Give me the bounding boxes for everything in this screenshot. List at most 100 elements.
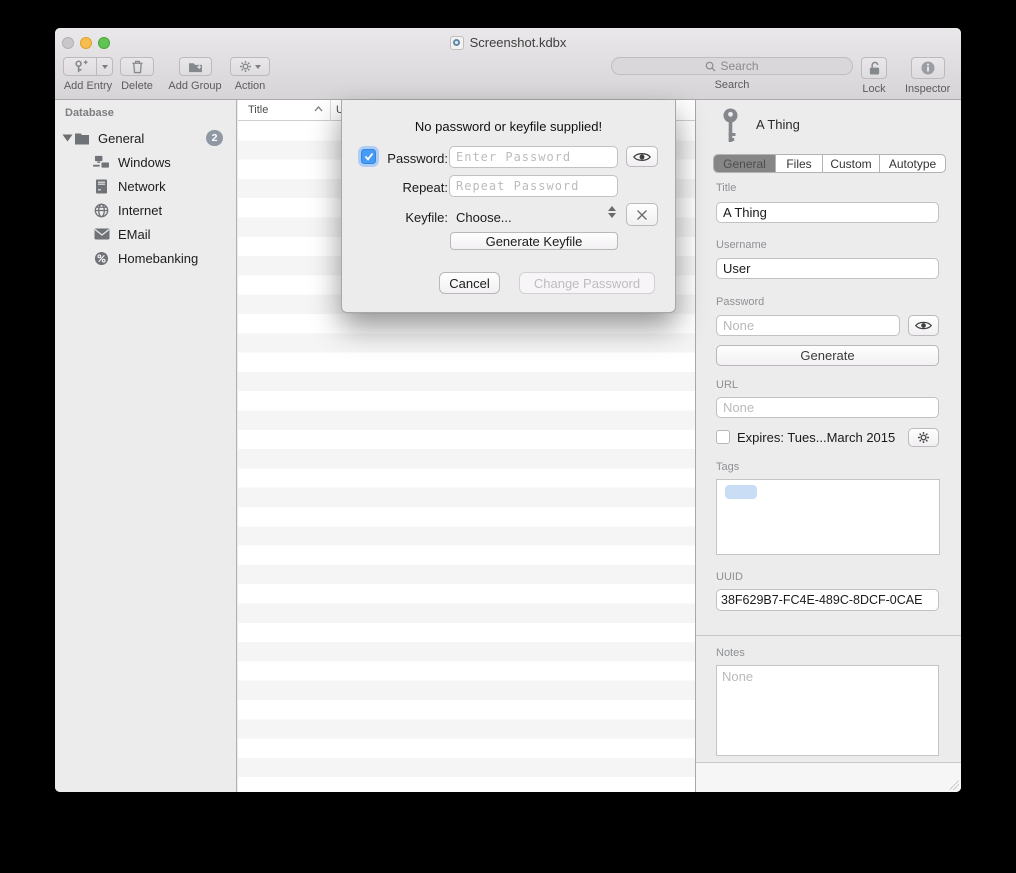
eye-icon	[633, 151, 651, 163]
gear-icon	[917, 431, 930, 444]
resize-grip[interactable]	[949, 780, 959, 790]
tab-autotype[interactable]: Autotype	[880, 155, 945, 172]
sidebar-item-windows[interactable]: Windows	[55, 150, 236, 174]
section-divider	[696, 635, 961, 636]
document-icon	[450, 36, 464, 50]
sidebar-item-homebanking[interactable]: Homebanking	[55, 246, 236, 270]
chevron-down-icon	[102, 65, 108, 69]
username-field[interactable]	[716, 258, 939, 279]
globe-icon	[93, 202, 110, 219]
inspector-footer	[696, 762, 961, 792]
search-placeholder: Search	[720, 59, 758, 73]
column-divider[interactable]	[330, 100, 331, 121]
tab-custom[interactable]: Custom	[823, 155, 880, 172]
trash-icon	[131, 60, 144, 74]
add-entry-label: Add Entry	[64, 80, 112, 92]
tag-token[interactable]	[725, 485, 757, 499]
sidebar-section-header: Database	[65, 107, 114, 119]
lock-button[interactable]	[861, 57, 887, 79]
folder-icon	[73, 130, 90, 147]
info-circle-icon	[921, 61, 935, 75]
key-icon	[723, 108, 738, 144]
tags-label: Tags	[716, 461, 739, 473]
close-x-icon	[636, 209, 648, 221]
delete-label: Delete	[121, 80, 153, 92]
action-label: Action	[235, 80, 266, 92]
toolbar-delete: Delete	[120, 57, 154, 92]
sidebar-item-general[interactable]: General 2	[55, 126, 236, 150]
sidebar-item-label: Internet	[118, 203, 162, 218]
toolbar-action: Action	[230, 57, 270, 92]
titlebar: Screenshot.kdbx	[55, 35, 961, 50]
keyfile-popup[interactable]: Choose...	[456, 210, 512, 225]
sidebar-item-network[interactable]: Network	[55, 174, 236, 198]
magnifier-icon	[705, 61, 716, 72]
network-computers-icon	[93, 154, 110, 171]
change-password-button[interactable]: Change Password	[519, 272, 655, 294]
sidebar-item-label: Network	[118, 179, 166, 194]
column-header-title[interactable]: Title	[248, 104, 268, 116]
enter-password-field[interactable]	[449, 146, 618, 168]
password-checkbox[interactable]	[361, 149, 376, 164]
cancel-button[interactable]: Cancel	[439, 272, 500, 294]
search-input[interactable]: Search	[611, 57, 853, 75]
dialog-message: No password or keyfile supplied!	[342, 119, 675, 134]
password-field[interactable]	[716, 315, 900, 336]
sidebar-item-email[interactable]: EMail	[55, 222, 236, 246]
tab-files[interactable]: Files	[776, 155, 823, 172]
expires-label: Expires: Tues...March 2015	[737, 430, 895, 445]
add-group-label: Add Group	[168, 80, 221, 92]
repeat-label: Repeat:	[378, 180, 448, 195]
inspector-tabs: General Files Custom Autotype	[713, 154, 946, 173]
sidebar-item-label: Windows	[118, 155, 171, 170]
checkmark-icon	[364, 152, 374, 161]
action-button[interactable]	[230, 57, 270, 76]
reveal-password-button[interactable]	[908, 315, 939, 336]
entry-title: A Thing	[756, 117, 800, 132]
sidebar-item-label: Homebanking	[118, 251, 198, 266]
key-plus-icon	[64, 58, 96, 75]
toolbar-search: Search Search	[611, 57, 853, 91]
add-group-button[interactable]	[179, 57, 212, 76]
generate-keyfile-button[interactable]: Generate Keyfile	[450, 232, 618, 250]
notes-field[interactable]: None	[716, 665, 939, 756]
eye-icon	[915, 320, 932, 331]
username-label: Username	[716, 239, 767, 251]
entry-count-badge: 2	[206, 130, 223, 146]
open-padlock-icon	[868, 61, 881, 76]
stepper-icon[interactable]	[608, 206, 616, 218]
repeat-password-field[interactable]	[449, 175, 618, 197]
gear-icon	[239, 60, 252, 73]
password-label: Password:	[378, 151, 448, 166]
url-field[interactable]	[716, 397, 939, 418]
uuid-label: UUID	[716, 571, 743, 583]
notes-placeholder: None	[722, 669, 753, 684]
clear-keyfile-button[interactable]	[626, 203, 658, 226]
sort-ascending-icon	[314, 106, 323, 112]
chevron-down-icon	[255, 65, 261, 69]
reveal-password-button[interactable]	[626, 146, 658, 167]
app-window: Screenshot.kdbx Add Entry	[55, 28, 961, 792]
generate-password-button[interactable]: Generate	[716, 345, 939, 366]
add-entry-button[interactable]	[63, 57, 113, 76]
title-field[interactable]	[716, 202, 939, 223]
password-label: Password	[716, 296, 764, 308]
delete-button[interactable]	[120, 57, 154, 76]
expires-options-button[interactable]	[908, 428, 939, 447]
uuid-field[interactable]	[716, 589, 939, 611]
search-label: Search	[715, 79, 750, 91]
url-label: URL	[716, 379, 738, 391]
toolbar-inspector: Inspector	[905, 57, 950, 95]
add-entry-dropdown[interactable]	[96, 58, 112, 75]
inspector-button[interactable]	[911, 57, 945, 79]
expires-checkbox[interactable]	[716, 430, 730, 444]
disclosure-triangle-icon[interactable]	[63, 135, 73, 142]
toolbar-add-group: Add Group	[166, 57, 224, 92]
tags-field[interactable]	[716, 479, 940, 555]
folder-plus-icon	[188, 61, 203, 73]
keyfile-label: Keyfile:	[378, 210, 448, 225]
tab-general[interactable]: General	[714, 155, 776, 172]
sidebar-item-internet[interactable]: Internet	[55, 198, 236, 222]
inspector-label: Inspector	[905, 83, 950, 95]
notes-label: Notes	[716, 647, 745, 659]
